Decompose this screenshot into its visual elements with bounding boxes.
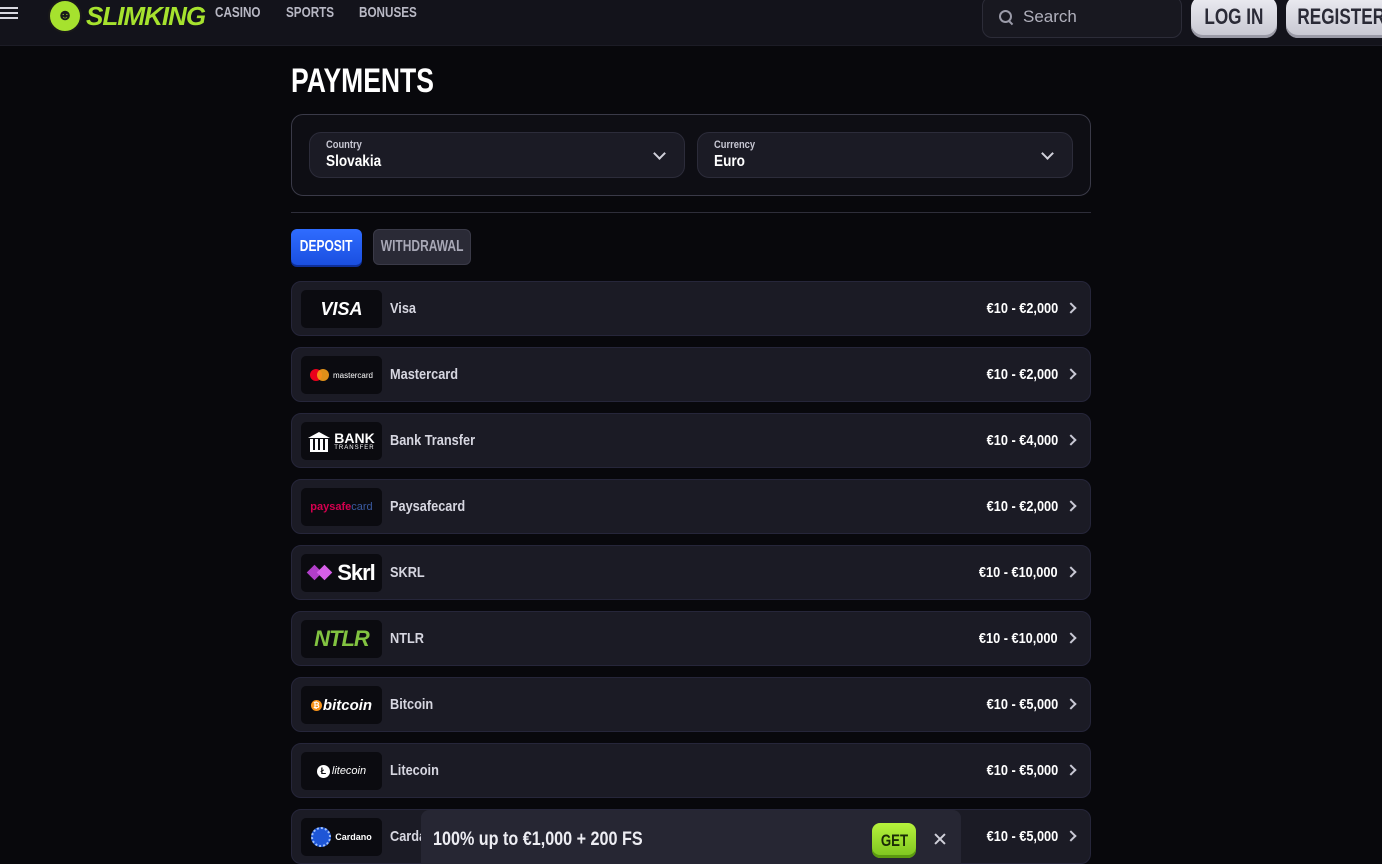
payment-method-bank-transfer[interactable]: BANK TRANSFER Bank Transfer €10 - €4,000 [291,413,1091,468]
filter-panel: Country Slovakia Currency Euro [291,114,1091,196]
currency-select[interactable]: Currency Euro [697,132,1073,178]
method-name: Paysafecard [390,498,466,515]
payment-method-bitcoin[interactable]: ₿ bitcoin Bitcoin €10 - €5,000 [291,677,1091,732]
chevron-right-icon [1065,830,1077,842]
method-range: €10 - €2,000 [986,300,1058,317]
tab-withdrawal-label: WITHDRAWAL [380,238,464,255]
paysafecard-logo-text: paysafe [310,501,352,513]
promo-get-label: GET [880,830,908,850]
method-range: €10 - €5,000 [986,828,1058,845]
bank-logo-subtext: TRANSFER [334,445,375,451]
method-range: €10 - €4,000 [986,432,1058,449]
promo-banner: 100% up to €1,000 + 200 FS GET [421,810,961,864]
neteller-logo-text: NTLR [314,626,370,651]
payment-method-litecoin[interactable]: Ł litecoin Litecoin €10 - €5,000 [291,743,1091,798]
logo-mascot-icon: ☻ [48,0,82,33]
method-name: Visa [390,300,417,317]
cardano-logo-icon: Cardano [301,818,382,856]
chevron-right-icon [1065,698,1077,710]
hamburger-menu-icon[interactable] [0,4,20,24]
chevron-down-icon [1041,147,1054,160]
visa-logo-text: VISA [320,298,363,319]
chevron-right-icon [1065,566,1077,578]
method-range: €10 - €2,000 [986,366,1058,383]
method-range: €10 - €5,000 [986,762,1058,779]
payment-method-paysafecard[interactable]: paysafecard Paysafecard €10 - €2,000 [291,479,1091,534]
mastercard-logo-icon: mastercard [301,356,382,394]
nav-casino[interactable]: CASINO [215,4,261,21]
search-box[interactable] [982,0,1182,38]
bank-logo-icon: BANK TRANSFER [301,422,382,460]
litecoin-logo-icon: Ł litecoin [301,752,382,790]
currency-value: Euro [714,153,745,170]
chevron-right-icon [1065,500,1077,512]
payment-method-mastercard[interactable]: mastercard Mastercard €10 - €2,000 [291,347,1091,402]
method-range: €10 - €5,000 [986,696,1058,713]
chevron-right-icon [1065,632,1077,644]
paysafecard-logo-icon: paysafecard [301,488,382,526]
method-range: €10 - €2,000 [986,498,1058,515]
method-name: SKRL [390,564,425,581]
method-name: Mastercard [390,366,459,383]
login-label: LOG IN [1204,4,1264,29]
nav-bonuses[interactable]: BONUSES [359,4,417,21]
bitcoin-logo-icon: ₿ bitcoin [301,686,382,724]
cardano-logo-text: Cardano [335,832,372,842]
bank-logo-text: BANK [334,430,375,446]
method-range: €10 - €10,000 [979,630,1058,647]
tab-deposit-label: DEPOSIT [300,238,353,255]
page-title: PAYMENTS [291,62,434,100]
chevron-right-icon [1065,434,1077,446]
register-button[interactable]: REGISTER [1286,0,1382,38]
chevron-right-icon [1065,302,1077,314]
chevron-right-icon [1065,764,1077,776]
method-name: NTLR [390,630,424,647]
promo-text: 100% up to €1,000 + 200 FS [433,829,643,850]
chevron-right-icon [1065,368,1077,380]
site-logo[interactable]: ☻ SLIMKING [48,0,206,36]
login-button[interactable]: LOG IN [1191,0,1277,38]
litecoin-coin-icon: Ł [316,764,330,778]
method-name: Bank Transfer [390,432,476,449]
tab-deposit[interactable]: DEPOSIT [291,229,362,265]
country-select[interactable]: Country Slovakia [309,132,685,178]
close-icon[interactable] [933,832,947,846]
skrill-diamond-icon [306,564,334,581]
top-header: ☻ SLIMKING CASINO SPORTS BONUSES LOG IN … [0,0,1382,46]
promo-get-button[interactable]: GET [872,823,916,858]
payment-method-visa[interactable]: VISA Visa €10 - €2,000 [291,281,1091,336]
bank-building-icon [308,432,331,452]
visa-logo-icon: VISA [301,290,382,328]
logo-text: SLIMKING [86,0,206,31]
method-name: Bitcoin [390,696,434,713]
method-name: Litecoin [390,762,439,779]
nav-sports[interactable]: SPORTS [286,4,334,21]
litecoin-logo-text: litecoin [331,765,367,777]
country-value: Slovakia [326,153,382,170]
paysafecard-logo-subtext: card [351,501,373,513]
tab-withdrawal[interactable]: WITHDRAWAL [373,229,471,265]
mastercard-circles-icon [309,369,330,381]
skrill-logo-icon: Skrl [301,554,382,592]
payment-method-ntlr[interactable]: NTLR NTLR €10 - €10,000 [291,611,1091,666]
country-label: Country [326,139,362,151]
search-icon [999,10,1013,24]
search-input[interactable] [1023,7,1163,27]
bitcoin-coin-icon: ₿ [310,699,322,711]
section-divider [291,212,1091,213]
mastercard-logo-text: mastercard [332,370,373,380]
currency-label: Currency [714,139,756,151]
bitcoin-logo-text: bitcoin [322,696,373,714]
neteller-logo-icon: NTLR [301,620,382,658]
payment-method-skrl[interactable]: Skrl SKRL €10 - €10,000 [291,545,1091,600]
method-range: €10 - €10,000 [979,564,1058,581]
register-label: REGISTER [1297,4,1382,29]
skrill-logo-text: Skrl [337,560,376,585]
chevron-down-icon [653,147,666,160]
cardano-coin-icon [311,827,332,847]
